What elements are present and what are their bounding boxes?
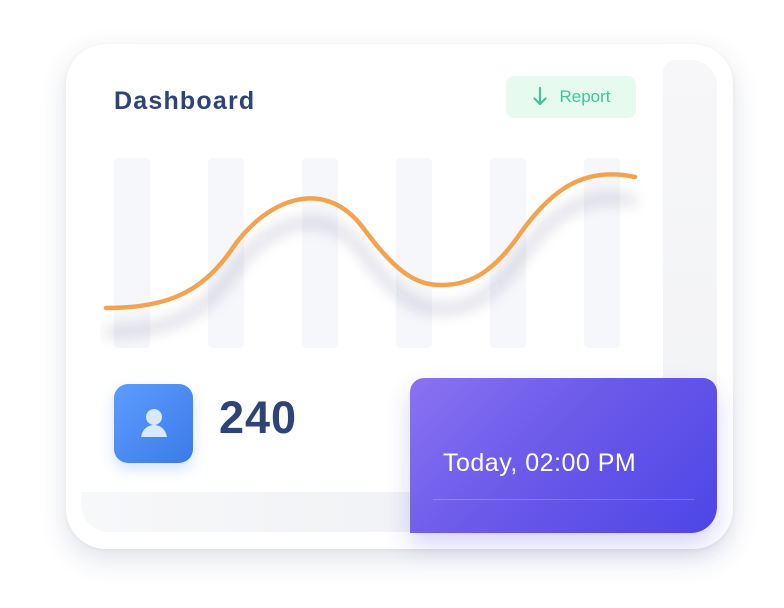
time-card: Today, 02:00 PM <box>410 378 717 533</box>
chart-column-6 <box>584 158 620 348</box>
chart-column-1 <box>114 158 150 348</box>
card-bottom-panel <box>81 492 411 532</box>
chart-column-2 <box>208 158 244 348</box>
trend-line <box>103 172 638 311</box>
report-button-label: Report <box>559 87 611 106</box>
dashboard-stage: Dashboard Report 240 Today, 02:00 PM <box>0 0 784 608</box>
user-icon <box>114 384 193 463</box>
trend-line-shadow <box>105 194 636 336</box>
arrow-down-icon <box>531 86 549 108</box>
chart-column-3 <box>302 158 338 348</box>
page-title: Dashboard <box>114 87 256 115</box>
time-divider <box>433 499 694 500</box>
user-count: 240 <box>219 392 298 443</box>
time-label: Today, 02:00 PM <box>443 449 637 477</box>
chart-column-4 <box>396 158 432 348</box>
trend-chart <box>103 158 638 348</box>
report-button[interactable]: Report <box>506 76 636 118</box>
